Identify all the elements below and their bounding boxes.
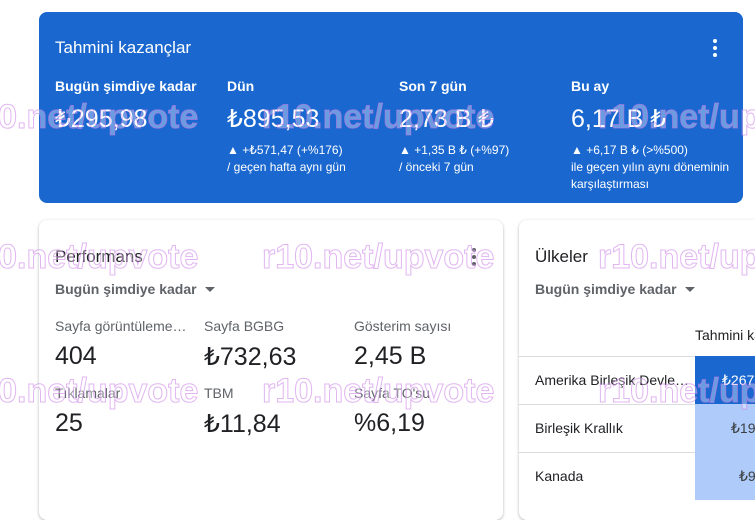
country-row[interactable]: Kanada ₺9 bbox=[519, 452, 755, 500]
metric-last-7-days-label: Son 7 gün bbox=[399, 78, 467, 94]
country-row[interactable]: Amerika Birleşik Devletleri ₺267 bbox=[519, 356, 755, 404]
metric-today-value: ₺295,98 bbox=[55, 105, 148, 133]
metric-last-7-days-delta: ▲ +1,35 B ₺ (+%97) bbox=[399, 143, 510, 157]
estimated-earnings-card: Tahmini kazançlar Bugün şimdiye kadar ₺2… bbox=[39, 12, 743, 203]
countries-title: Ülkeler bbox=[535, 247, 588, 266]
perf-page-views-value: 404 bbox=[55, 342, 97, 370]
perf-cpc-value: ₺11,84 bbox=[204, 410, 281, 438]
metric-last-7-days-note: / önceki 7 gün bbox=[399, 160, 474, 174]
country-value: ₺267 bbox=[722, 372, 755, 388]
caret-down-icon bbox=[684, 286, 695, 292]
performance-range-label: Bugün şimdiye kadar bbox=[55, 281, 197, 297]
earnings-title: Tahmini kazançlar bbox=[55, 38, 192, 57]
perf-impressions: Gösterim sayısı 2,45 B bbox=[354, 318, 494, 371]
performance-card: Performans Bugün şimdiye kadar Sayfa gör… bbox=[39, 220, 503, 520]
country-row[interactable]: Birleşik Krallık ₺19 bbox=[519, 404, 755, 452]
metric-this-month-note: ile geçen yılın aynı döneminin karşılaşt… bbox=[571, 160, 730, 191]
caret-down-icon bbox=[204, 286, 215, 292]
perf-cpc-label: TBM bbox=[204, 385, 234, 401]
perf-page-ctr: Sayfa TO'su %6,19 bbox=[354, 385, 494, 438]
country-value: ₺19 bbox=[731, 420, 755, 436]
metric-this-month-value: 6,17 B ₺ bbox=[571, 105, 667, 133]
perf-page-rpm-value: ₺732,63 bbox=[204, 343, 297, 371]
country-name: Kanada bbox=[535, 468, 584, 484]
metric-this-month: Bu ay 6,17 B ₺ ▲ +6,17 B ₺ (>%500) ile g… bbox=[571, 78, 736, 193]
metric-yesterday-value: ₺895,53 bbox=[227, 105, 320, 133]
countries-range-dropdown[interactable]: Bugün şimdiye kadar bbox=[535, 281, 695, 297]
countries-card: Ülkeler Bugün şimdiye kadar Tahmini kaza… bbox=[519, 220, 755, 520]
country-value-cell: ₺9 bbox=[695, 452, 755, 500]
perf-clicks-label: Tıklamalar bbox=[55, 385, 121, 401]
metric-today: Bugün şimdiye kadar ₺295,98 bbox=[55, 78, 197, 134]
metric-this-month-delta: ▲ +6,17 B ₺ (>%500) bbox=[571, 143, 688, 157]
earnings-more-options-icon[interactable] bbox=[712, 39, 718, 57]
metric-yesterday-note: / geçen hafta aynı gün bbox=[227, 160, 346, 174]
country-name: Birleşik Krallık bbox=[535, 420, 623, 436]
country-value-cell: ₺267 bbox=[695, 356, 755, 404]
perf-page-ctr-value: %6,19 bbox=[354, 409, 425, 437]
metric-today-label: Bugün şimdiye kadar bbox=[55, 78, 197, 94]
perf-impressions-label: Gösterim sayısı bbox=[354, 318, 452, 334]
performance-title: Performans bbox=[55, 247, 143, 266]
perf-page-views-label: Sayfa görüntülemeleri bbox=[55, 318, 187, 334]
country-value: ₺9 bbox=[739, 468, 755, 484]
perf-cpc: TBM ₺11,84 bbox=[204, 385, 344, 439]
perf-clicks-value: 25 bbox=[55, 409, 83, 437]
perf-clicks: Tıklamalar 25 bbox=[55, 385, 195, 438]
performance-range-dropdown[interactable]: Bugün şimdiye kadar bbox=[55, 281, 215, 297]
metric-last-7-days: Son 7 gün 2,73 B ₺ ▲ +1,35 B ₺ (+%97) / … bbox=[399, 78, 509, 176]
perf-page-ctr-label: Sayfa TO'su bbox=[354, 385, 431, 401]
countries-range-label: Bugün şimdiye kadar bbox=[535, 281, 677, 297]
countries-column-header[interactable]: Tahmini kazançlar bbox=[695, 327, 755, 343]
metric-last-7-days-value: 2,73 B ₺ bbox=[399, 105, 495, 133]
performance-more-options-icon[interactable] bbox=[471, 248, 477, 266]
perf-impressions-value: 2,45 B bbox=[354, 342, 427, 370]
metric-yesterday-label: Dün bbox=[227, 78, 255, 94]
country-name: Amerika Birleşik Devletleri bbox=[535, 372, 690, 388]
country-value-cell: ₺19 bbox=[695, 404, 755, 452]
perf-page-rpm: Sayfa BGBG ₺732,63 bbox=[204, 318, 344, 372]
metric-this-month-label: Bu ay bbox=[571, 78, 610, 94]
perf-page-views: Sayfa görüntülemeleri 404 bbox=[55, 318, 195, 371]
metric-yesterday-delta: ▲ +₺571,47 (+%176) bbox=[227, 143, 343, 157]
perf-page-rpm-label: Sayfa BGBG bbox=[204, 318, 285, 334]
metric-yesterday: Dün ₺895,53 ▲ +₺571,47 (+%176) / geçen h… bbox=[227, 78, 346, 176]
